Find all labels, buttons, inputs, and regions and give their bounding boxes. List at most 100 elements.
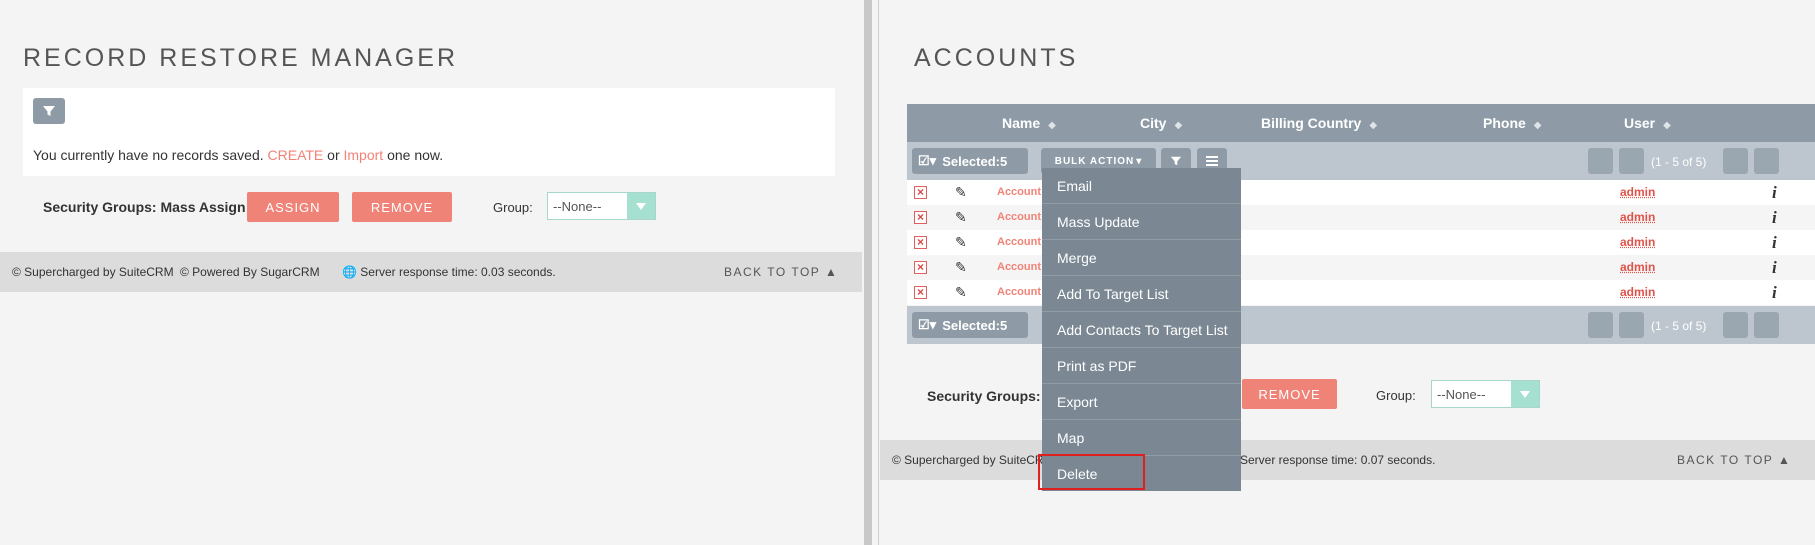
create-link[interactable]: CREATE: [268, 147, 324, 163]
user-link[interactable]: admin: [1620, 235, 1655, 249]
select-dropdown-button[interactable]: ☑▾ Selected:5: [912, 148, 1028, 174]
column-header-billing-country[interactable]: Billing Country ◆: [1261, 115, 1377, 131]
sugarcrm-credit[interactable]: © Powered By SugarCRM: [180, 265, 320, 279]
chevron-down-icon: ▾: [1136, 155, 1143, 167]
pane-divider[interactable]: [862, 0, 880, 545]
footer: © Supercharged by SuiteCR Server respons…: [880, 440, 1815, 480]
filter-icon: [1170, 156, 1182, 166]
sort-icon: ◆: [1174, 120, 1183, 131]
filter-icon: [43, 106, 55, 116]
import-link[interactable]: Import: [344, 147, 384, 163]
account-name-link[interactable]: Account: [997, 286, 1041, 298]
list-icon: [1206, 156, 1218, 166]
account-name-link[interactable]: Account: [997, 261, 1041, 273]
remove-button[interactable]: REMOVE: [352, 192, 452, 222]
sort-icon: ◆: [1369, 120, 1378, 131]
caret-up-icon: ▲: [824, 265, 839, 279]
filter-button[interactable]: [33, 98, 65, 124]
chevron-down-icon: [627, 193, 655, 219]
chevron-down-icon: [1511, 381, 1539, 407]
account-name-link[interactable]: Account: [997, 186, 1041, 198]
assign-button[interactable]: ASSIGN: [247, 192, 339, 222]
row-checkbox[interactable]: ×: [914, 236, 927, 249]
pencil-icon[interactable]: ✎: [955, 259, 967, 276]
row-checkbox[interactable]: ×: [914, 211, 927, 224]
globe-icon: 🌐: [342, 265, 357, 279]
column-header-phone[interactable]: Phone ◆: [1483, 115, 1541, 131]
select-dropdown-button[interactable]: ☑▾ Selected:5: [912, 312, 1028, 338]
account-name-link[interactable]: Account: [997, 211, 1041, 223]
back-to-top-label: BACK TO TOP: [724, 265, 821, 279]
row-checkbox[interactable]: ×: [914, 186, 927, 199]
prev-page-button[interactable]: [1619, 148, 1644, 174]
divider-bar: [864, 0, 872, 545]
record-restore-pane: RECORD RESTORE MANAGER You currently hav…: [0, 0, 862, 545]
info-icon[interactable]: i: [1772, 258, 1777, 278]
security-groups-label: Security Groups: M: [927, 388, 1057, 404]
pencil-icon[interactable]: ✎: [955, 284, 967, 301]
menu-item-add-to-target-list[interactable]: Add To Target List: [1042, 276, 1241, 312]
next-page-button[interactable]: [1723, 312, 1748, 338]
suitecrm-credit[interactable]: © Supercharged by SuiteCRM: [12, 265, 174, 279]
back-to-top-link[interactable]: BACK TO TOP ▲: [724, 265, 838, 279]
server-response: 🌐 Server response time: 0.03 seconds.: [342, 265, 556, 279]
column-city-label: City: [1140, 115, 1167, 131]
pencil-icon[interactable]: ✎: [955, 209, 967, 226]
empty-message: You currently have no records saved. CRE…: [33, 147, 443, 163]
last-page-button[interactable]: [1754, 148, 1779, 174]
group-label: Group:: [493, 200, 533, 215]
user-link[interactable]: admin: [1620, 260, 1655, 274]
prev-page-button[interactable]: [1619, 312, 1644, 338]
info-icon[interactable]: i: [1772, 233, 1777, 253]
menu-item-email[interactable]: Email: [1042, 168, 1241, 204]
row-checkbox[interactable]: ×: [914, 286, 927, 299]
group-select-value: --None--: [553, 199, 602, 214]
back-to-top-link[interactable]: BACK TO TOP ▲: [1677, 453, 1791, 467]
pencil-icon[interactable]: ✎: [955, 184, 967, 201]
menu-item-mass-update[interactable]: Mass Update: [1042, 204, 1241, 240]
column-billing-country-label: Billing Country: [1261, 115, 1362, 131]
bulk-action-label: BULK ACTION: [1054, 155, 1135, 167]
menu-item-add-contacts-to-target-list[interactable]: Add Contacts To Target List: [1042, 312, 1241, 348]
user-link[interactable]: admin: [1620, 185, 1655, 199]
column-name-label: Name: [1002, 115, 1041, 131]
menu-item-merge[interactable]: Merge: [1042, 240, 1241, 276]
sort-icon: ◆: [1663, 120, 1671, 131]
column-header-user[interactable]: User ◆: [1624, 115, 1671, 131]
column-header-name[interactable]: Name ◆: [1002, 115, 1056, 131]
group-label: Group:: [1376, 388, 1416, 403]
account-name-link[interactable]: Account: [997, 236, 1041, 248]
group-select[interactable]: --None--: [547, 192, 656, 220]
menu-item-export[interactable]: Export: [1042, 384, 1241, 420]
page-title: RECORD RESTORE MANAGER: [23, 44, 459, 72]
info-icon[interactable]: i: [1772, 208, 1777, 228]
suitecrm-credit[interactable]: © Supercharged by SuiteCR: [892, 453, 1044, 467]
sort-icon: ◆: [1533, 120, 1542, 131]
next-page-button[interactable]: [1723, 148, 1748, 174]
delete-highlight-box: [1038, 454, 1145, 490]
footer: © Supercharged by SuiteCRM © Powered By …: [0, 252, 862, 292]
column-header-city[interactable]: City ◆: [1140, 115, 1182, 131]
restore-panel: You currently have no records saved. CRE…: [23, 88, 835, 176]
first-page-button[interactable]: [1588, 312, 1613, 338]
row-checkbox[interactable]: ×: [914, 261, 927, 274]
last-page-button[interactable]: [1754, 312, 1779, 338]
menu-item-map[interactable]: Map: [1042, 420, 1241, 456]
message-prefix: You currently have no records saved.: [33, 147, 264, 163]
divider-line: [878, 0, 879, 545]
group-select[interactable]: --None--: [1431, 380, 1540, 408]
selected-count: Selected:5: [942, 153, 1008, 169]
bulk-action-menu: Email Mass Update Merge Add To Target Li…: [1042, 168, 1241, 491]
pencil-icon[interactable]: ✎: [955, 234, 967, 251]
user-link[interactable]: admin: [1620, 285, 1655, 299]
info-icon[interactable]: i: [1772, 283, 1777, 303]
accounts-pane: ACCOUNTS Name ◆ City ◆ Billing Country ◆ Ph…: [880, 0, 1815, 545]
user-link[interactable]: admin: [1620, 210, 1655, 224]
first-page-button[interactable]: [1588, 148, 1613, 174]
remove-button[interactable]: REMOVE: [1242, 379, 1337, 409]
check-icon: ☑▾: [918, 153, 937, 168]
back-to-top-label: BACK TO TOP: [1677, 453, 1774, 467]
group-select-value: --None--: [1437, 387, 1486, 402]
menu-item-print-as-pdf[interactable]: Print as PDF: [1042, 348, 1241, 384]
info-icon[interactable]: i: [1772, 183, 1777, 203]
